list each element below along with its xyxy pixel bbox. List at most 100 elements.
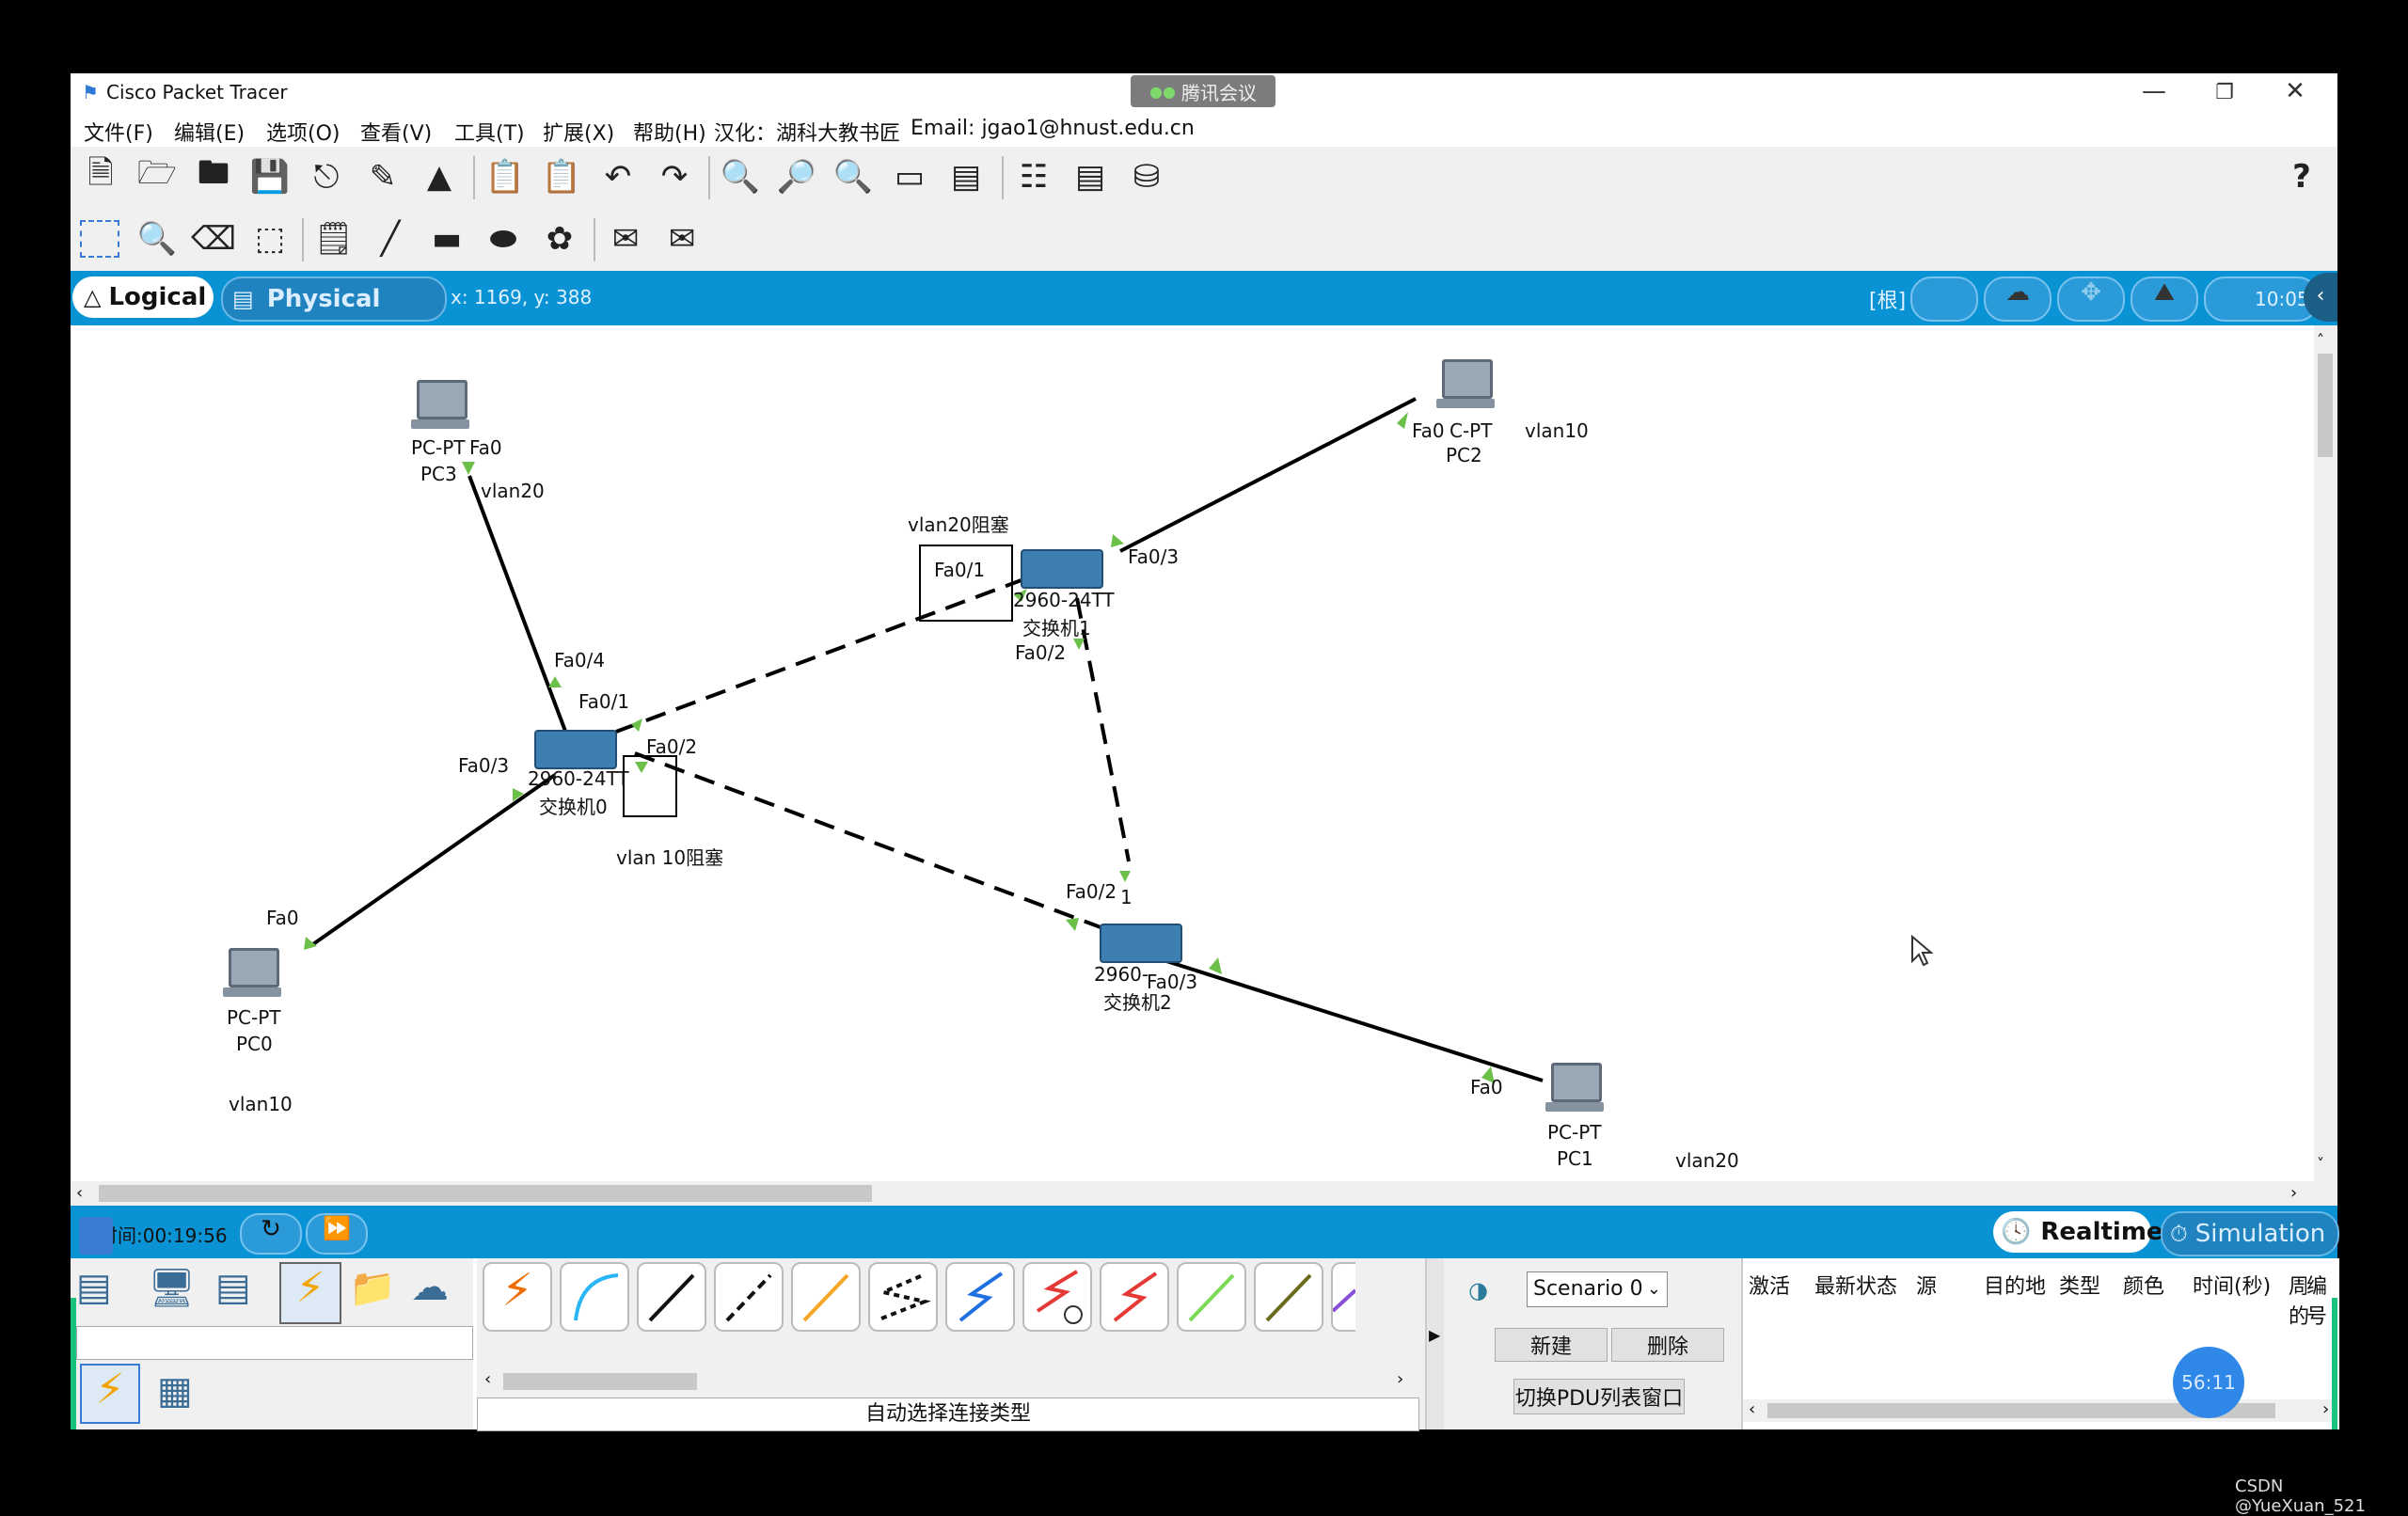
menu-edit[interactable]: 编辑(E): [174, 117, 245, 147]
scroll-left-icon[interactable]: ‹: [484, 1369, 491, 1389]
list-menu-icon[interactable]: [79, 1217, 113, 1255]
place-note-icon[interactable]: 🗒: [313, 218, 355, 260]
panel-splitter[interactable]: ▶: [1425, 1258, 1444, 1429]
crossover-icon[interactable]: [714, 1262, 784, 1332]
scenario-info-icon[interactable]: ◑: [1468, 1277, 1488, 1303]
note-vlan[interactable]: vlan10: [1525, 419, 1589, 442]
switch0-icon[interactable]: [534, 730, 617, 769]
drawing-palette-icon[interactable]: ▭: [889, 156, 930, 197]
zoom-reset-icon[interactable]: 🔎: [776, 156, 817, 197]
back-icon[interactable]: [1910, 276, 1978, 322]
note-blocking[interactable]: vlan 10阻塞: [616, 843, 723, 870]
multiuser-icon[interactable]: ☁: [411, 1266, 464, 1319]
logical-workspace[interactable]: PC-PT PC3 C-PT PC2 PC-PT PC0 PC-PT PC1 2…: [71, 325, 2314, 1181]
link-sw0-sw2[interactable]: [634, 751, 1101, 929]
note-vlan[interactable]: vlan20: [1675, 1149, 1739, 1172]
minimize-icon[interactable]: —: [2135, 77, 2173, 105]
note-blocking[interactable]: vlan20阻塞: [908, 510, 1009, 537]
menu-extensions[interactable]: 扩展(X): [543, 117, 614, 147]
straight-through-icon[interactable]: [637, 1262, 706, 1332]
menu-view[interactable]: 查看(V): [360, 117, 432, 147]
scroll-right-icon[interactable]: ›: [2322, 1399, 2329, 1419]
note-vlan[interactable]: vlan10: [229, 1093, 293, 1115]
activity-wizard-icon[interactable]: ✎: [362, 156, 404, 197]
components-icon[interactable]: ▤: [215, 1266, 268, 1319]
pc0-icon[interactable]: [221, 948, 287, 1001]
phone-cable-icon[interactable]: [868, 1262, 938, 1332]
miscellaneous-icon[interactable]: 📁: [349, 1266, 402, 1319]
pdu-col-header[interactable]: 目的地: [1984, 1270, 2046, 1300]
menu-options[interactable]: 选项(O): [266, 117, 340, 147]
help-icon[interactable]: ?: [2281, 156, 2322, 197]
console-cable-icon[interactable]: [560, 1262, 629, 1332]
menu-file[interactable]: 文件(F): [84, 117, 153, 147]
grid-icon[interactable]: ▦: [157, 1369, 193, 1413]
custom-devices-icon[interactable]: ▤: [945, 156, 987, 197]
usb-cable-icon[interactable]: [1331, 1262, 1357, 1332]
pdu-col-header[interactable]: 颜色: [2123, 1270, 2164, 1300]
scenario-select[interactable]: Scenario 0 ⌄: [1527, 1271, 1668, 1307]
copy-icon[interactable]: 📋: [484, 156, 526, 197]
resize-shape-icon[interactable]: ⬚: [249, 218, 291, 260]
menu-help[interactable]: 帮助(H): [633, 117, 706, 147]
connections-subtype-icon[interactable]: ⚡: [80, 1364, 140, 1424]
delete-icon[interactable]: ⌫: [191, 218, 236, 260]
realtime-tab[interactable]: 🕓 Realtime: [1993, 1211, 2163, 1253]
simple-pdu-icon[interactable]: ✉: [605, 218, 646, 260]
open-folder-icon[interactable]: 🗁: [136, 154, 178, 197]
scroll-up-icon[interactable]: ˄: [2317, 331, 2324, 349]
zoom-in-icon[interactable]: 🔍: [720, 156, 761, 197]
end-devices-icon[interactable]: 🖥: [148, 1266, 200, 1319]
zoom-out-icon[interactable]: 🔍: [832, 156, 874, 197]
menu-tools[interactable]: 工具(T): [454, 117, 525, 147]
link-pc2-sw1[interactable]: [1119, 397, 1417, 553]
scroll-right-icon[interactable]: ›: [2290, 1183, 2297, 1203]
link-pc3-sw0[interactable]: [467, 475, 571, 742]
undo-icon[interactable]: ↶: [597, 156, 639, 197]
horizontal-scrollbar[interactable]: ‹ ›: [71, 1181, 2337, 1206]
device-search-box[interactable]: [76, 1326, 473, 1360]
scroll-down-icon[interactable]: ˅: [2317, 1155, 2324, 1173]
fast-forward-icon[interactable]: ⏩: [306, 1213, 368, 1255]
save-icon[interactable]: 💾: [249, 156, 291, 197]
simulation-tab[interactable]: ⏱ Simulation: [2161, 1211, 2339, 1256]
pc2-icon[interactable]: [1434, 359, 1500, 412]
complex-pdu-icon[interactable]: ✉: [661, 218, 703, 260]
horizontal-scroll-thumb[interactable]: [99, 1185, 872, 1202]
network-devices-icon[interactable]: ▤: [76, 1266, 129, 1319]
inspect-icon[interactable]: 🔍: [136, 218, 178, 260]
new-file-icon[interactable]: 🗎: [80, 154, 121, 197]
pdu-col-header[interactable]: 时间(秒): [2193, 1270, 2271, 1300]
draw-rectangle-icon[interactable]: ▬: [426, 218, 467, 260]
note-vlan[interactable]: vlan20: [481, 480, 545, 502]
iot-cable-icon[interactable]: [1254, 1262, 1323, 1332]
fiber-icon[interactable]: [791, 1262, 861, 1332]
connections-scrollbar[interactable]: ‹ ›: [481, 1369, 1416, 1394]
background-image-icon[interactable]: ⛰: [2131, 276, 2198, 322]
cluster-icon[interactable]: ☷: [1013, 156, 1054, 197]
expand-arrow-icon[interactable]: ▶: [1429, 1326, 1440, 1344]
pdu-col-header[interactable]: 最新状态: [1814, 1270, 1897, 1300]
paste-icon[interactable]: 📋: [541, 156, 582, 197]
octal-cable-icon[interactable]: [1177, 1262, 1246, 1332]
switch2-icon[interactable]: [1100, 924, 1182, 963]
power-cycle-icon[interactable]: ↻: [240, 1213, 302, 1255]
scroll-left-icon[interactable]: ‹: [76, 1183, 83, 1203]
pdu-col-header[interactable]: 源: [1916, 1270, 1937, 1300]
equipment-icon[interactable]: ▤: [1069, 156, 1111, 197]
viewport-button[interactable]: 10:05: [2204, 276, 2319, 322]
screenshot-icon[interactable]: ⛁: [1126, 156, 1167, 197]
vertical-scroll-thumb[interactable]: [2318, 354, 2333, 457]
serial-dce-icon[interactable]: [1022, 1262, 1092, 1332]
connections-scroll-thumb[interactable]: [503, 1373, 697, 1390]
toggle-pdu-list-button[interactable]: 切换PDU列表窗口: [1513, 1379, 1685, 1414]
open-samples-icon[interactable]: 🖿: [193, 154, 234, 197]
close-icon[interactable]: ✕: [2276, 77, 2314, 105]
link-sw0-sw1[interactable]: [615, 568, 1050, 734]
pdu-col-header[interactable]: 激活: [1749, 1270, 1790, 1300]
move-object-icon[interactable]: ✥: [2057, 276, 2125, 322]
delete-scenario-button[interactable]: 删除: [1611, 1328, 1724, 1362]
timer-bubble[interactable]: 56:11: [2173, 1347, 2244, 1418]
connections-category-icon[interactable]: ⚡: [279, 1262, 341, 1324]
tab-physical[interactable]: ▤ Physical: [221, 276, 447, 322]
